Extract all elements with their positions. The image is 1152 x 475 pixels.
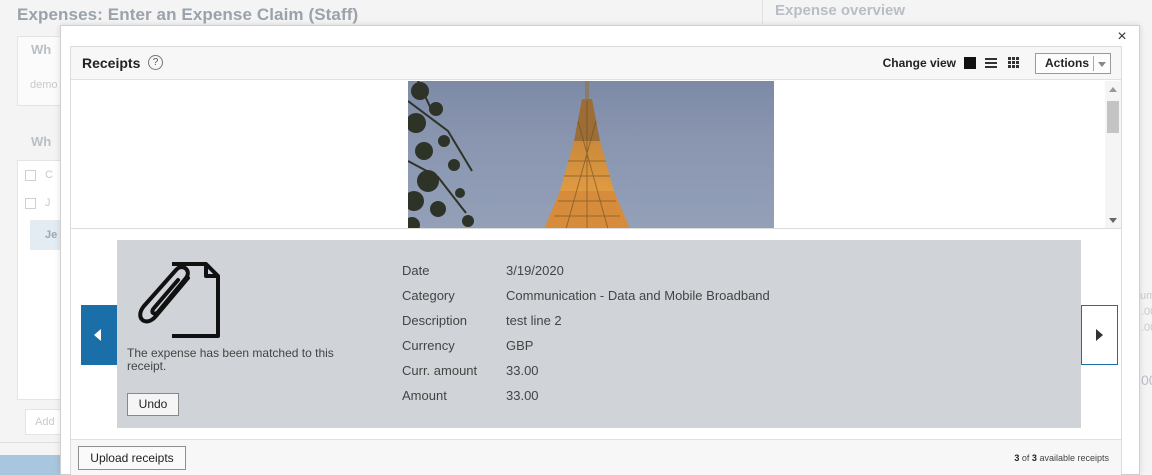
- scroll-thumb[interactable]: [1107, 101, 1119, 133]
- field-label: Description: [402, 313, 468, 328]
- receipts-modal: × Receipts ? Change view Actions The exp…: [60, 25, 1140, 475]
- matched-message: The expense has been matched to this rec…: [127, 346, 334, 373]
- scroll-up-icon[interactable]: [1109, 87, 1117, 92]
- field-value: test line 2: [506, 313, 562, 328]
- expense-lines-table: [17, 160, 61, 400]
- count-of: of: [1021, 453, 1030, 463]
- total-value: 00: [1141, 372, 1152, 388]
- receipt-details: The expense has been matched to this rec…: [117, 240, 1081, 428]
- receipt-image: [408, 81, 774, 228]
- receipts-header: Receipts ? Change view Actions: [71, 47, 1121, 80]
- paperclip-document-icon: [138, 262, 220, 338]
- grid-view-icon[interactable]: [1008, 57, 1020, 69]
- background-primary-button[interactable]: [0, 455, 60, 475]
- actions-dropdown[interactable]: Actions: [1035, 53, 1111, 74]
- single-view-icon[interactable]: [964, 57, 976, 69]
- amount-column: um: [1140, 290, 1152, 302]
- scroll-down-icon[interactable]: [1109, 218, 1117, 223]
- field-value: 3/19/2020: [506, 263, 564, 278]
- list-view-icon[interactable]: [985, 57, 997, 69]
- page-title: Expenses: Enter an Expense Claim (Staff): [17, 5, 359, 24]
- what-section-label: Wh: [31, 42, 52, 57]
- preview-scrollbar[interactable]: [1105, 81, 1121, 228]
- what-section-label-2: Wh: [31, 134, 52, 149]
- field-label: Curr. amount: [402, 363, 478, 378]
- count-total: 3: [1031, 453, 1037, 463]
- amount-value: .00: [1141, 306, 1152, 318]
- amount-value: .00: [1141, 322, 1152, 334]
- expense-overview-title: Expense overview: [775, 2, 906, 19]
- receipt-preview[interactable]: [71, 81, 1121, 229]
- expense-overview-panel: Expense overview: [762, 0, 1152, 24]
- chevron-down-icon: [1098, 62, 1106, 67]
- field-value: Communication - Data and Mobile Broadban…: [506, 288, 770, 303]
- demo-text: demo: [30, 79, 58, 91]
- help-icon[interactable]: ?: [148, 55, 163, 70]
- field-label: Amount: [402, 388, 447, 403]
- receipts-footer: Upload receipts 3 of 3 available receipt…: [71, 439, 1121, 475]
- receipt-photo-graphic: [408, 81, 630, 228]
- field-label: Currency: [402, 338, 455, 353]
- select-all-checkbox[interactable]: [25, 170, 36, 181]
- column-header: C: [45, 169, 53, 181]
- row-checkbox[interactable]: [25, 198, 36, 209]
- chevron-left-icon[interactable]: [81, 305, 117, 365]
- divider: [0, 442, 60, 443]
- chevron-right-icon[interactable]: [1081, 305, 1118, 365]
- field-value: 33.00: [506, 363, 539, 378]
- table-row-selected: Je: [45, 229, 58, 241]
- table-row: J: [45, 197, 51, 209]
- close-icon[interactable]: ×: [1113, 28, 1131, 46]
- field-label: Category: [402, 288, 455, 303]
- count-current: 3: [1014, 453, 1020, 463]
- receipts-panel: Receipts ? Change view Actions The expen…: [70, 46, 1122, 475]
- field-value: 33.00: [506, 388, 539, 403]
- add-button-label: Add: [35, 416, 55, 428]
- field-label: Date: [402, 263, 430, 278]
- undo-button[interactable]: Undo: [127, 393, 179, 416]
- change-view-label: Change view: [882, 56, 956, 70]
- field-value: GBP: [506, 338, 534, 353]
- upload-receipts-button[interactable]: Upload receipts: [78, 446, 186, 470]
- count-suffix: available receipts: [1039, 453, 1109, 463]
- receipts-title: Receipts: [82, 55, 141, 71]
- receipt-count: 3 of 3 available receipts: [1014, 453, 1109, 463]
- actions-label: Actions: [1045, 56, 1090, 70]
